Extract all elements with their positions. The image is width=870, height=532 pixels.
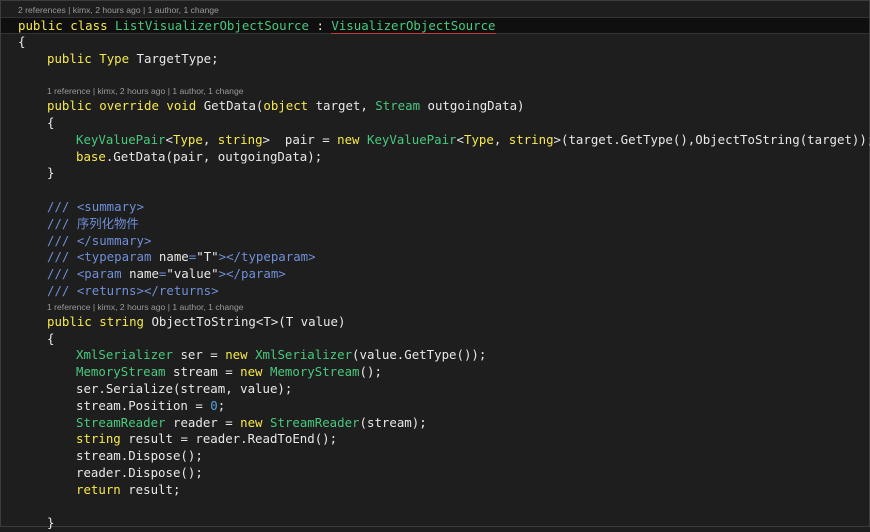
codelens-class[interactable]: 2 references | kimx, 2 hours ago | 1 aut…	[1, 3, 869, 17]
memorystream-line: MemoryStream stream = new MemoryStream()…	[76, 364, 382, 380]
doc-summary-open: /// <summary>	[47, 198, 144, 214]
keyword-public: public	[18, 18, 63, 33]
objecttostring-open-brace: {	[47, 330, 55, 346]
reader-dispose-line: reader.Dispose();	[76, 464, 203, 480]
getdata-signature: public override void GetData(object targ…	[47, 98, 525, 114]
doc-summary-text: /// 序列化物件	[47, 215, 139, 231]
objecttostring-signature: public string ObjectToString<T>(T value)	[47, 313, 346, 329]
base-type-name: VisualizerObjectSource	[331, 18, 496, 34]
return-line: return result;	[76, 481, 181, 497]
class-declaration-line[interactable]: public class ListVisualizerObjectSource …	[1, 17, 869, 34]
code-editor[interactable]: 2 references | kimx, 2 hours ago | 1 aut…	[1, 1, 870, 532]
getdata-open-brace: {	[47, 114, 55, 130]
doc-param: /// <param name="value"></param>	[47, 266, 286, 282]
getdata-close-brace: }	[47, 165, 55, 181]
objecttostring-close-brace: }	[47, 515, 55, 531]
kvp-assignment-line: KeyValuePair<Type, string> pair = new Ke…	[76, 131, 870, 147]
class-open-brace: {	[18, 33, 26, 49]
serialize-line: ser.Serialize(stream, value);	[76, 380, 293, 396]
doc-typeparam: /// <typeparam name="T"></typeparam>	[47, 249, 316, 265]
streamreader-line: StreamReader reader = new StreamReader(s…	[76, 414, 427, 430]
codelens-objecttostring[interactable]: 1 reference | kimx, 2 hours ago | 1 auth…	[1, 300, 869, 314]
doc-summary-close: /// </summary>	[47, 232, 152, 248]
position-line: stream.Position = 0;	[76, 397, 226, 413]
base-getdata-call: base.GetData(pair, outgoingData);	[76, 148, 323, 164]
class-name: ListVisualizerObjectSource	[115, 18, 309, 33]
doc-returns: /// <returns></returns>	[47, 282, 219, 298]
stream-dispose-line: stream.Dispose();	[76, 448, 203, 464]
result-line: string result = reader.ReadToEnd();	[76, 431, 338, 447]
field-target-type: public Type TargetType;	[47, 50, 219, 66]
codelens-getdata[interactable]: 1 reference | kimx, 2 hours ago | 1 auth…	[1, 84, 869, 98]
keyword-class: class	[70, 18, 108, 33]
xmlserializer-line: XmlSerializer ser = new XmlSerializer(va…	[76, 347, 487, 363]
